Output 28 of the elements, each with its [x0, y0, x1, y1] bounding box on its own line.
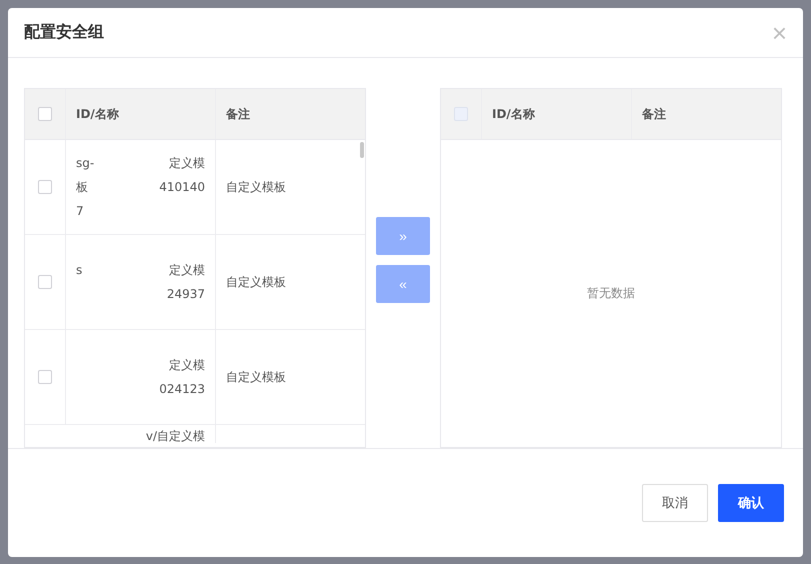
id-text: 410140 — [159, 179, 205, 196]
row-checkbox[interactable] — [38, 370, 52, 384]
select-all-checkbox[interactable] — [38, 107, 52, 121]
id-text: 24937 — [166, 286, 205, 303]
id-text: s — [76, 262, 82, 279]
id-text: v/自定义模 — [146, 429, 205, 443]
close-button[interactable]: × — [772, 20, 787, 46]
id-text: 024123 — [159, 381, 205, 398]
row-checkbox[interactable] — [38, 180, 52, 194]
id-text: 定义模 — [169, 155, 205, 172]
id-text: 定义模 — [169, 357, 205, 374]
table-cell: 自定义模板 — [226, 274, 286, 290]
scrollbar-thumb[interactable] — [360, 142, 364, 158]
id-text: 定义模 — [169, 262, 205, 279]
table-cell: 自定义模板 — [226, 178, 286, 196]
confirm-button[interactable]: 确认 — [718, 484, 784, 522]
column-header: 备注 — [226, 106, 250, 122]
empty-text: 暂无数据 — [587, 285, 635, 302]
table-cell: 自定义模板 — [226, 368, 286, 386]
id-text: 7 — [76, 203, 84, 220]
column-header: 备注 — [642, 106, 666, 122]
cancel-button[interactable]: 取消 — [642, 484, 708, 522]
column-header: ID/名称 — [492, 106, 535, 122]
id-text: 板 — [76, 179, 88, 196]
column-header: ID/名称 — [76, 106, 119, 122]
row-checkbox[interactable] — [38, 275, 52, 289]
id-text: sg- — [76, 155, 94, 172]
dialog-title: 配置安全组 — [24, 22, 104, 43]
